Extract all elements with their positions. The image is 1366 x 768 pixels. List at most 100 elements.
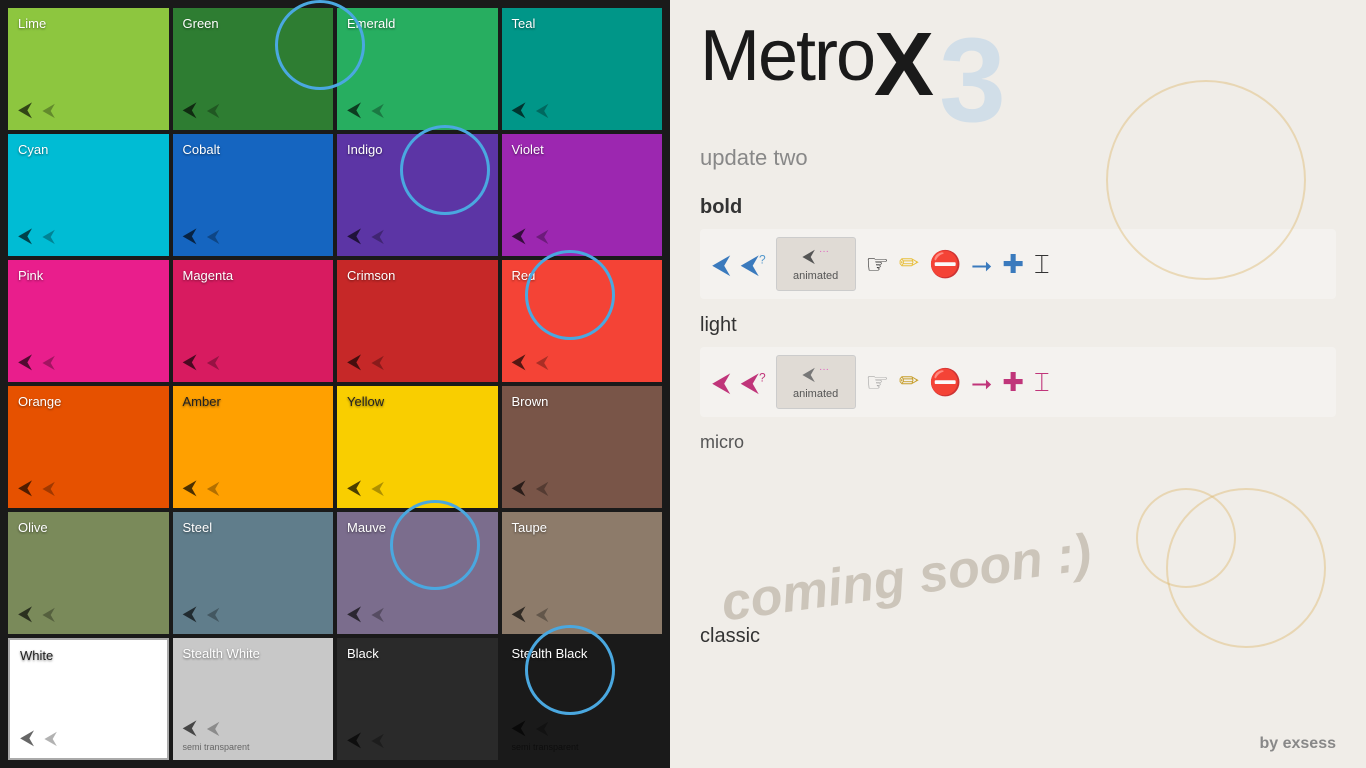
- update-label: update two: [700, 145, 1336, 171]
- tile-cursor-alt: ⮜: [371, 730, 384, 751]
- color-tile-green[interactable]: Green ⮜ ⮜: [173, 8, 334, 130]
- tile-cursors: ⮜ ⮜: [512, 225, 549, 248]
- color-tile-olive[interactable]: Olive ⮜ ⮜: [8, 512, 169, 634]
- tile-cursor-main: ⮜: [183, 225, 197, 248]
- cursor-move-light[interactable]: ⭢: [971, 369, 992, 395]
- author-credit: by exsess: [1259, 735, 1336, 753]
- tile-cursors: ⮜ ⮜: [18, 351, 55, 374]
- tile-cursors: ⮜ ⮜: [347, 603, 384, 626]
- tile-cursor-alt: ⮜: [371, 100, 384, 121]
- tile-cursor-alt: ⮜: [42, 604, 55, 625]
- cursor-pen-light[interactable]: ✏: [899, 370, 919, 394]
- color-tile-black[interactable]: Black ⮜ ⮜: [337, 638, 498, 760]
- tile-label-cobalt: Cobalt: [183, 142, 221, 157]
- tile-sublabel: semi transparent: [183, 742, 250, 752]
- tile-label-red: Red: [512, 268, 536, 283]
- tile-cursor-main: ⮜: [18, 477, 32, 500]
- tile-cursor-main: ⮜: [512, 603, 526, 626]
- cursor-crosshair-bold[interactable]: ✚: [1002, 251, 1024, 277]
- tile-cursor-alt: ⮜: [44, 728, 57, 749]
- tile-label-taupe: Taupe: [512, 520, 547, 535]
- tile-cursors: ⮜ ⮜: [512, 603, 549, 626]
- color-tile-stealth-black[interactable]: Stealth Black ⮜ ⮜ semi transparent: [502, 638, 663, 760]
- tile-cursor-main: ⮜: [512, 225, 526, 248]
- tile-label-indigo: Indigo: [347, 142, 382, 157]
- tile-cursors: ⮜ ⮜: [512, 351, 549, 374]
- cursor-no-bold[interactable]: ⛔: [929, 251, 961, 277]
- cursor-pen-bold[interactable]: ✏: [899, 252, 919, 276]
- cursor-move-bold[interactable]: ⭢: [971, 251, 992, 277]
- cursor-hand-bold[interactable]: ☞: [866, 251, 889, 277]
- tile-cursors: ⮜ ⮜: [183, 351, 220, 374]
- cursor-hand-light[interactable]: ☞: [866, 369, 889, 395]
- tile-cursor-alt: ⮜: [42, 352, 55, 373]
- tile-cursor-main: ⮜: [183, 99, 197, 122]
- color-tile-teal[interactable]: Teal ⮜ ⮜: [502, 8, 663, 130]
- cursor-help-bold[interactable]: ⮜?: [740, 251, 765, 277]
- app-title: Metro X 3: [700, 20, 1336, 140]
- color-tile-pink[interactable]: Pink ⮜ ⮜: [8, 260, 169, 382]
- color-tile-magenta[interactable]: Magenta ⮜ ⮜: [173, 260, 334, 382]
- tile-cursor-main: ⮜: [18, 351, 32, 374]
- tile-label-orange: Orange: [18, 394, 61, 409]
- light-cursor-row: ⮜ ⮜? ⮜ ··· animated ☞ ✏ ⛔ ⭢ ✚ ⌶: [700, 347, 1336, 417]
- cursor-no-light[interactable]: ⛔: [929, 369, 961, 395]
- by-text: by: [1259, 735, 1282, 752]
- tile-cursor-main: ⮜: [183, 477, 197, 500]
- tile-cursor-main: ⮜: [18, 225, 32, 248]
- color-tile-brown[interactable]: Brown ⮜ ⮜: [502, 386, 663, 508]
- tile-cursor-alt: ⮜: [371, 604, 384, 625]
- cursor-normal-bold[interactable]: ⮜: [712, 251, 730, 277]
- tile-cursors: ⮜ ⮜: [20, 727, 57, 750]
- color-tile-yellow[interactable]: Yellow ⮜ ⮜: [337, 386, 498, 508]
- color-tile-taupe[interactable]: Taupe ⮜ ⮜: [502, 512, 663, 634]
- color-tile-indigo[interactable]: Indigo ⮜ ⮜: [337, 134, 498, 256]
- cursor-normal-light[interactable]: ⮜: [712, 369, 730, 395]
- color-tile-orange[interactable]: Orange ⮜ ⮜: [8, 386, 169, 508]
- tile-label-olive: Olive: [18, 520, 48, 535]
- color-tile-steel[interactable]: Steel ⮜ ⮜: [173, 512, 334, 634]
- cursor-text-light[interactable]: ⌶: [1034, 369, 1050, 395]
- color-tile-red[interactable]: Red ⮜ ⮜: [502, 260, 663, 382]
- tile-cursor-alt: ⮜: [536, 718, 549, 739]
- tile-label-green: Green: [183, 16, 219, 31]
- tile-cursor-alt: ⮜: [536, 100, 549, 121]
- tile-cursor-alt: ⮜: [42, 226, 55, 247]
- color-tile-emerald[interactable]: Emerald ⮜ ⮜: [337, 8, 498, 130]
- tile-cursor-main: ⮜: [183, 717, 197, 740]
- metro-x: X: [874, 20, 934, 110]
- info-panel: Metro X 3 update two bold ⮜ ⮜? ⮜ ··· ani…: [670, 0, 1366, 768]
- tile-cursor-alt: ⮜: [536, 478, 549, 499]
- color-tile-violet[interactable]: Violet ⮜ ⮜: [502, 134, 663, 256]
- tile-cursor-main: ⮜: [18, 603, 32, 626]
- cursor-text-bold[interactable]: ⌶: [1034, 251, 1050, 277]
- color-tile-cobalt[interactable]: Cobalt ⮜ ⮜: [173, 134, 334, 256]
- color-tile-mauve[interactable]: Mauve ⮜ ⮜: [337, 512, 498, 634]
- color-tile-crimson[interactable]: Crimson ⮜ ⮜: [337, 260, 498, 382]
- tile-label-cyan: Cyan: [18, 142, 48, 157]
- tile-cursor-main: ⮜: [18, 99, 32, 122]
- cursor-help-light[interactable]: ⮜?: [740, 369, 765, 395]
- tile-cursor-main: ⮜: [347, 225, 361, 248]
- color-tile-stealth-white[interactable]: Stealth White ⮜ ⮜ semi transparent: [173, 638, 334, 760]
- animated-label-bold: animated: [789, 270, 843, 282]
- tile-cursor-main: ⮜: [20, 727, 34, 750]
- tile-cursors: ⮜ ⮜: [347, 477, 384, 500]
- color-tile-white[interactable]: White ⮜ ⮜: [8, 638, 169, 760]
- tile-cursor-alt: ⮜: [371, 226, 384, 247]
- cursor-animated-light[interactable]: ⮜ ··· animated: [776, 355, 856, 409]
- color-tile-amber[interactable]: Amber ⮜ ⮜: [173, 386, 334, 508]
- color-tile-lime[interactable]: Lime ⮜ ⮜: [8, 8, 169, 130]
- color-tile-cyan[interactable]: Cyan ⮜ ⮜: [8, 134, 169, 256]
- tile-cursor-main: ⮜: [347, 351, 361, 374]
- cursor-crosshair-light[interactable]: ✚: [1002, 369, 1024, 395]
- tile-cursors: ⮜ ⮜: [347, 225, 384, 248]
- tile-label-yellow: Yellow: [347, 394, 384, 409]
- cursor-animated-bold[interactable]: ⮜ ··· animated: [776, 237, 856, 291]
- coming-soon-text: coming soon :): [718, 522, 1095, 633]
- tile-cursors: ⮜ ⮜: [18, 477, 55, 500]
- tile-cursors: ⮜ ⮜: [18, 225, 55, 248]
- tile-cursor-main: ⮜: [347, 729, 361, 752]
- tile-cursor-alt: ⮜: [371, 478, 384, 499]
- animated-label-light: animated: [789, 388, 843, 400]
